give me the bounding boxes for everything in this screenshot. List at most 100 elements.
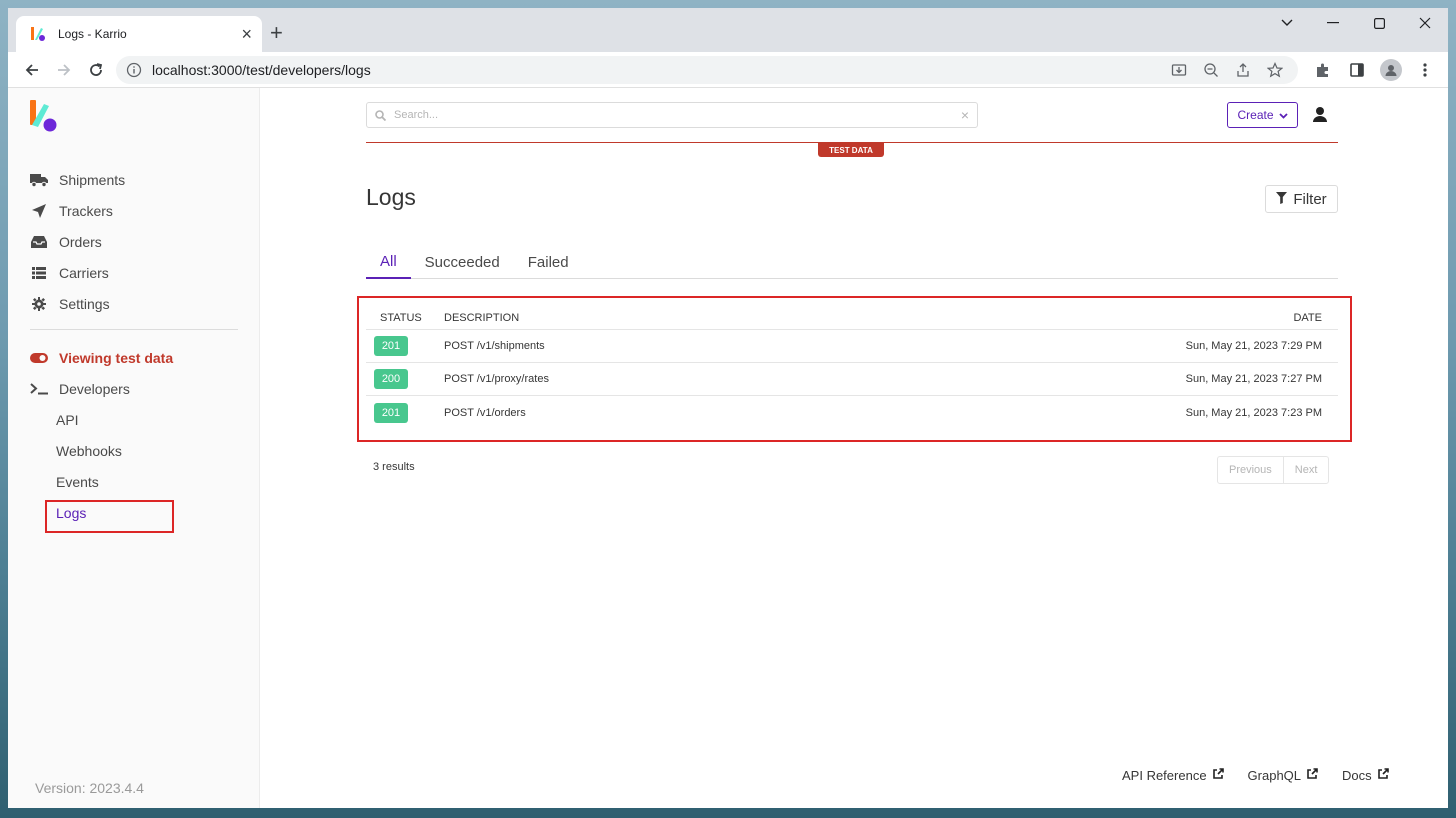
sidebar-item-shipments[interactable]: Shipments xyxy=(30,164,238,195)
test-data-badge: TEST DATA xyxy=(818,143,884,157)
sidebar-subitem-webhooks[interactable]: Webhooks xyxy=(30,435,238,466)
row-date: Sun, May 21, 2023 7:29 PM xyxy=(1185,340,1322,352)
forward-icon[interactable] xyxy=(48,54,80,86)
clear-search-icon[interactable]: × xyxy=(961,107,969,123)
sidebar-item-orders[interactable]: Orders xyxy=(30,226,238,257)
external-link-icon xyxy=(1306,768,1318,783)
graphql-label: GraphQL xyxy=(1247,768,1302,783)
sidebar-item-settings[interactable]: Settings xyxy=(30,288,238,319)
api-reference-link[interactable]: API Reference xyxy=(1122,768,1224,783)
address-bar[interactable]: localhost:3000/test/developers/logs xyxy=(116,55,1298,84)
url-text: localhost:3000/test/developers/logs xyxy=(152,61,371,78)
title-bar: Logs - Karrio × + xyxy=(8,8,1448,52)
inbox-icon xyxy=(30,234,48,250)
site-info-icon[interactable] xyxy=(126,61,144,79)
status-badge: 201 xyxy=(374,402,408,423)
karrio-app: Shipments Trackers Orders Carriers Setti… xyxy=(8,88,1448,808)
logs-highlight-box xyxy=(45,500,174,533)
previous-button[interactable]: Previous xyxy=(1218,457,1283,483)
zoom-out-icon[interactable] xyxy=(1198,57,1224,83)
row-description: POST /v1/orders xyxy=(444,406,526,419)
external-link-icon xyxy=(1377,768,1389,783)
tab-succeeded[interactable]: Succeeded xyxy=(411,246,514,279)
bookmark-star-icon[interactable] xyxy=(1262,57,1288,83)
row-date: Sun, May 21, 2023 7:27 PM xyxy=(1185,373,1322,385)
filter-button-label: Filter xyxy=(1293,190,1327,208)
close-window-icon[interactable] xyxy=(1402,8,1448,38)
header-status: STATUS xyxy=(380,311,422,324)
sidebar-item-label: Developers xyxy=(59,380,130,397)
search-bar[interactable]: × xyxy=(366,102,978,128)
footer-links: API Reference GraphQL Docs xyxy=(1122,768,1389,783)
toggle-icon xyxy=(30,350,48,366)
new-tab-button[interactable]: + xyxy=(270,22,283,44)
tab-search-icon[interactable] xyxy=(1264,8,1310,38)
menu-kebab-icon[interactable] xyxy=(1410,55,1440,85)
filter-button[interactable]: Filter xyxy=(1265,185,1338,213)
header-date: DATE xyxy=(1293,311,1322,324)
sidebar-item-label: Trackers xyxy=(59,202,113,219)
browser-tab[interactable]: Logs - Karrio × xyxy=(16,16,262,52)
page-title: Logs xyxy=(366,184,416,210)
list-icon xyxy=(30,265,48,281)
search-input[interactable] xyxy=(394,109,961,121)
chevron-down-icon xyxy=(1278,108,1288,122)
create-button-label: Create xyxy=(1237,108,1274,122)
tab-close-icon[interactable]: × xyxy=(241,25,252,43)
browser-window: Logs - Karrio × + localhost:3000/test/de… xyxy=(8,8,1448,808)
main-content: × Create TEST DATA Logs Filter A xyxy=(260,88,1448,808)
side-panel-icon[interactable] xyxy=(1342,55,1372,85)
share-icon[interactable] xyxy=(1230,57,1256,83)
sidebar-subitem-api[interactable]: API xyxy=(30,404,238,435)
sidebar-item-carriers[interactable]: Carriers xyxy=(30,257,238,288)
profile-avatar-icon[interactable] xyxy=(1376,55,1406,85)
sidebar-item-developers[interactable]: Developers xyxy=(30,373,238,404)
minimize-icon[interactable] xyxy=(1310,8,1356,38)
back-icon[interactable] xyxy=(16,54,48,86)
table-row[interactable]: 200 POST /v1/proxy/rates Sun, May 21, 20… xyxy=(366,363,1338,396)
api-reference-label: API Reference xyxy=(1122,768,1207,783)
karrio-favicon-icon xyxy=(30,26,46,42)
log-tabs: All Succeeded Failed xyxy=(366,246,1338,279)
test-mode-toggle[interactable]: Viewing test data xyxy=(30,342,238,373)
sidebar-item-label: Carriers xyxy=(59,264,109,281)
terminal-icon xyxy=(30,381,48,397)
sidebar-item-label: Settings xyxy=(59,295,110,312)
create-button[interactable]: Create xyxy=(1227,102,1298,128)
install-app-icon[interactable] xyxy=(1166,57,1192,83)
status-badge: 201 xyxy=(374,336,408,356)
truck-icon xyxy=(30,172,48,188)
paper-plane-icon xyxy=(30,203,48,219)
external-link-icon xyxy=(1212,768,1224,783)
docs-label: Docs xyxy=(1342,768,1372,783)
filter-icon xyxy=(1276,191,1288,208)
sidebar-subitem-events[interactable]: Events xyxy=(30,466,238,497)
browser-toolbar: localhost:3000/test/developers/logs xyxy=(8,52,1448,88)
pagination: Previous Next xyxy=(1217,456,1330,484)
extensions-icon[interactable] xyxy=(1308,55,1338,85)
tab-all[interactable]: All xyxy=(366,246,411,279)
results-count: 3 results xyxy=(373,461,415,473)
row-description: POST /v1/shipments xyxy=(444,340,545,352)
user-account-icon[interactable] xyxy=(1310,105,1330,125)
reload-icon[interactable] xyxy=(80,54,112,86)
sidebar-item-label: Orders xyxy=(59,233,102,250)
sidebar-item-trackers[interactable]: Trackers xyxy=(30,195,238,226)
sidebar-divider xyxy=(30,329,238,330)
status-badge: 200 xyxy=(374,369,408,389)
next-button[interactable]: Next xyxy=(1282,457,1329,483)
maximize-icon[interactable] xyxy=(1356,8,1402,38)
header-description: DESCRIPTION xyxy=(444,311,520,324)
tab-failed[interactable]: Failed xyxy=(514,246,583,279)
search-icon xyxy=(375,109,386,121)
gear-icon xyxy=(30,296,48,312)
docs-link[interactable]: Docs xyxy=(1342,768,1389,783)
karrio-logo[interactable] xyxy=(30,100,60,134)
table-row[interactable]: 201 POST /v1/shipments Sun, May 21, 2023… xyxy=(366,330,1338,363)
sidebar-item-label: Shipments xyxy=(59,171,126,188)
logs-table: STATUS DESCRIPTION DATE 201 POST /v1/shi… xyxy=(366,306,1338,429)
row-description: POST /v1/proxy/rates xyxy=(444,373,549,385)
table-row[interactable]: 201 POST /v1/orders Sun, May 21, 2023 7:… xyxy=(366,396,1338,429)
table-header: STATUS DESCRIPTION DATE xyxy=(366,306,1338,330)
graphql-link[interactable]: GraphQL xyxy=(1248,768,1318,783)
